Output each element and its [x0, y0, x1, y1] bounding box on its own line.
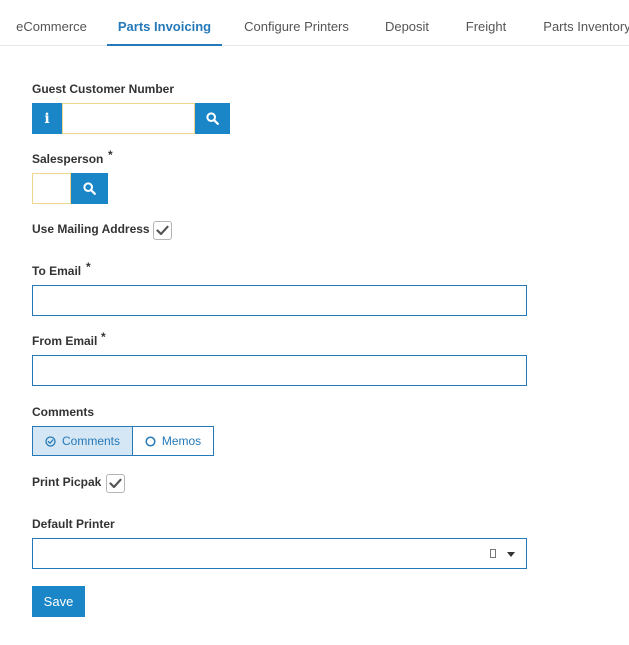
from-email-input[interactable] — [32, 355, 527, 386]
search-icon — [83, 182, 96, 195]
tab-deposit[interactable]: Deposit — [376, 0, 438, 46]
comments-option-label: Comments — [61, 434, 120, 448]
default-printer-label: Default Printer — [32, 517, 115, 531]
save-button[interactable]: Save — [32, 586, 85, 617]
info-icon: i — [44, 110, 50, 127]
chevron-down-icon[interactable] — [507, 552, 515, 557]
required-marker: * — [86, 260, 91, 274]
required-marker: * — [101, 330, 106, 344]
comments-label: Comments — [32, 405, 95, 419]
to-email-label: To Email — [32, 264, 82, 278]
guest-customer-search-button[interactable] — [195, 103, 230, 134]
print-picpak-label: Print Picpak — [32, 475, 102, 489]
salesperson-input[interactable] — [32, 173, 71, 204]
required-marker: * — [108, 148, 113, 162]
tab-ecommerce[interactable]: eCommerce — [8, 0, 95, 46]
tab-freight[interactable]: Freight — [456, 0, 516, 46]
salesperson-label: Salesperson — [32, 152, 104, 166]
use-mailing-address-label: Use Mailing Address — [32, 222, 150, 236]
to-email-input[interactable] — [32, 285, 527, 316]
search-icon — [206, 112, 219, 125]
print-picpak-checkbox[interactable] — [106, 474, 125, 493]
tab-parts-inventory[interactable]: Parts Inventory — [535, 0, 629, 46]
circle-icon — [145, 435, 156, 447]
from-email-label: From Email — [32, 334, 98, 348]
info-button[interactable]: i — [32, 103, 62, 134]
checkmark-icon — [109, 478, 122, 489]
default-printer-select[interactable] — [32, 538, 527, 569]
checkmark-icon — [156, 225, 169, 236]
tab-bar: eCommerce Parts Invoicing Configure Prin… — [0, 0, 629, 46]
use-mailing-address-checkbox[interactable] — [153, 221, 172, 240]
check-circle-icon — [45, 435, 56, 447]
guest-customer-input[interactable] — [62, 103, 195, 134]
memos-option[interactable]: Memos — [132, 426, 214, 456]
comments-option[interactable]: Comments — [32, 426, 133, 456]
tab-configure-printers[interactable]: Configure Printers — [237, 0, 356, 46]
salesperson-search-button[interactable] — [71, 173, 108, 204]
clear-icon[interactable] — [490, 549, 496, 558]
memos-option-label: Memos — [161, 434, 202, 448]
guest-customer-label: Guest Customer Number — [32, 82, 175, 96]
tab-parts-invoicing[interactable]: Parts Invoicing — [107, 0, 222, 46]
